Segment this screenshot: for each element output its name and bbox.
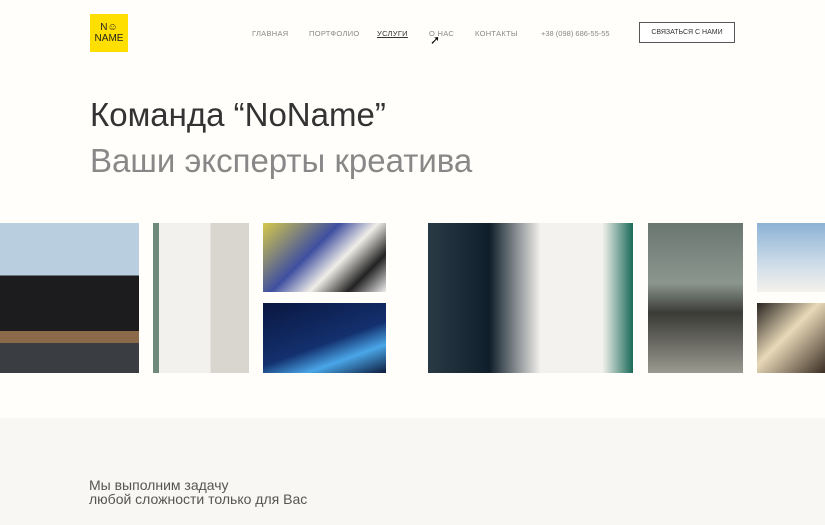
- phone-number[interactable]: +38 (098) 686-55-55: [541, 29, 610, 38]
- nav-services[interactable]: УСЛУГИ: [377, 29, 408, 38]
- gallery-image-bus-stop[interactable]: [153, 223, 249, 373]
- contact-us-button[interactable]: СВЯЗАТЬСЯ С НАМИ: [639, 22, 735, 43]
- logo[interactable]: N☺ NAME: [90, 14, 128, 52]
- nav-portfolio[interactable]: ПОРТФОЛИО: [309, 29, 360, 38]
- tagline-line-2: любой сложности только для Вас: [89, 491, 308, 507]
- gallery-image-storefront[interactable]: [648, 223, 743, 373]
- logo-text-top: N☺: [100, 22, 118, 33]
- services-tagline: Мы выполним задачу любой сложности тольк…: [89, 478, 307, 506]
- page-title: Команда “NoName”: [90, 96, 386, 133]
- gallery-image-billboard[interactable]: [0, 223, 139, 373]
- page-subtitle: Ваши эксперты креатива: [90, 142, 473, 179]
- tagline-line-1: Мы выполним задачу: [89, 477, 229, 493]
- gallery-image-city-light[interactable]: [428, 223, 633, 373]
- gallery-image-color-swatches[interactable]: [263, 223, 386, 292]
- nav-contacts[interactable]: КОНТАКТЫ: [475, 29, 518, 38]
- gallery-image-sign[interactable]: [757, 223, 825, 292]
- logo-text-bottom: NAME: [94, 33, 124, 44]
- gallery-image-night-billboard[interactable]: [263, 303, 386, 373]
- gallery-image-studio[interactable]: [757, 303, 825, 373]
- nav-home[interactable]: ГЛАВНАЯ: [252, 29, 289, 38]
- services-section: [0, 418, 825, 525]
- mouse-cursor-icon: ➚: [430, 33, 441, 47]
